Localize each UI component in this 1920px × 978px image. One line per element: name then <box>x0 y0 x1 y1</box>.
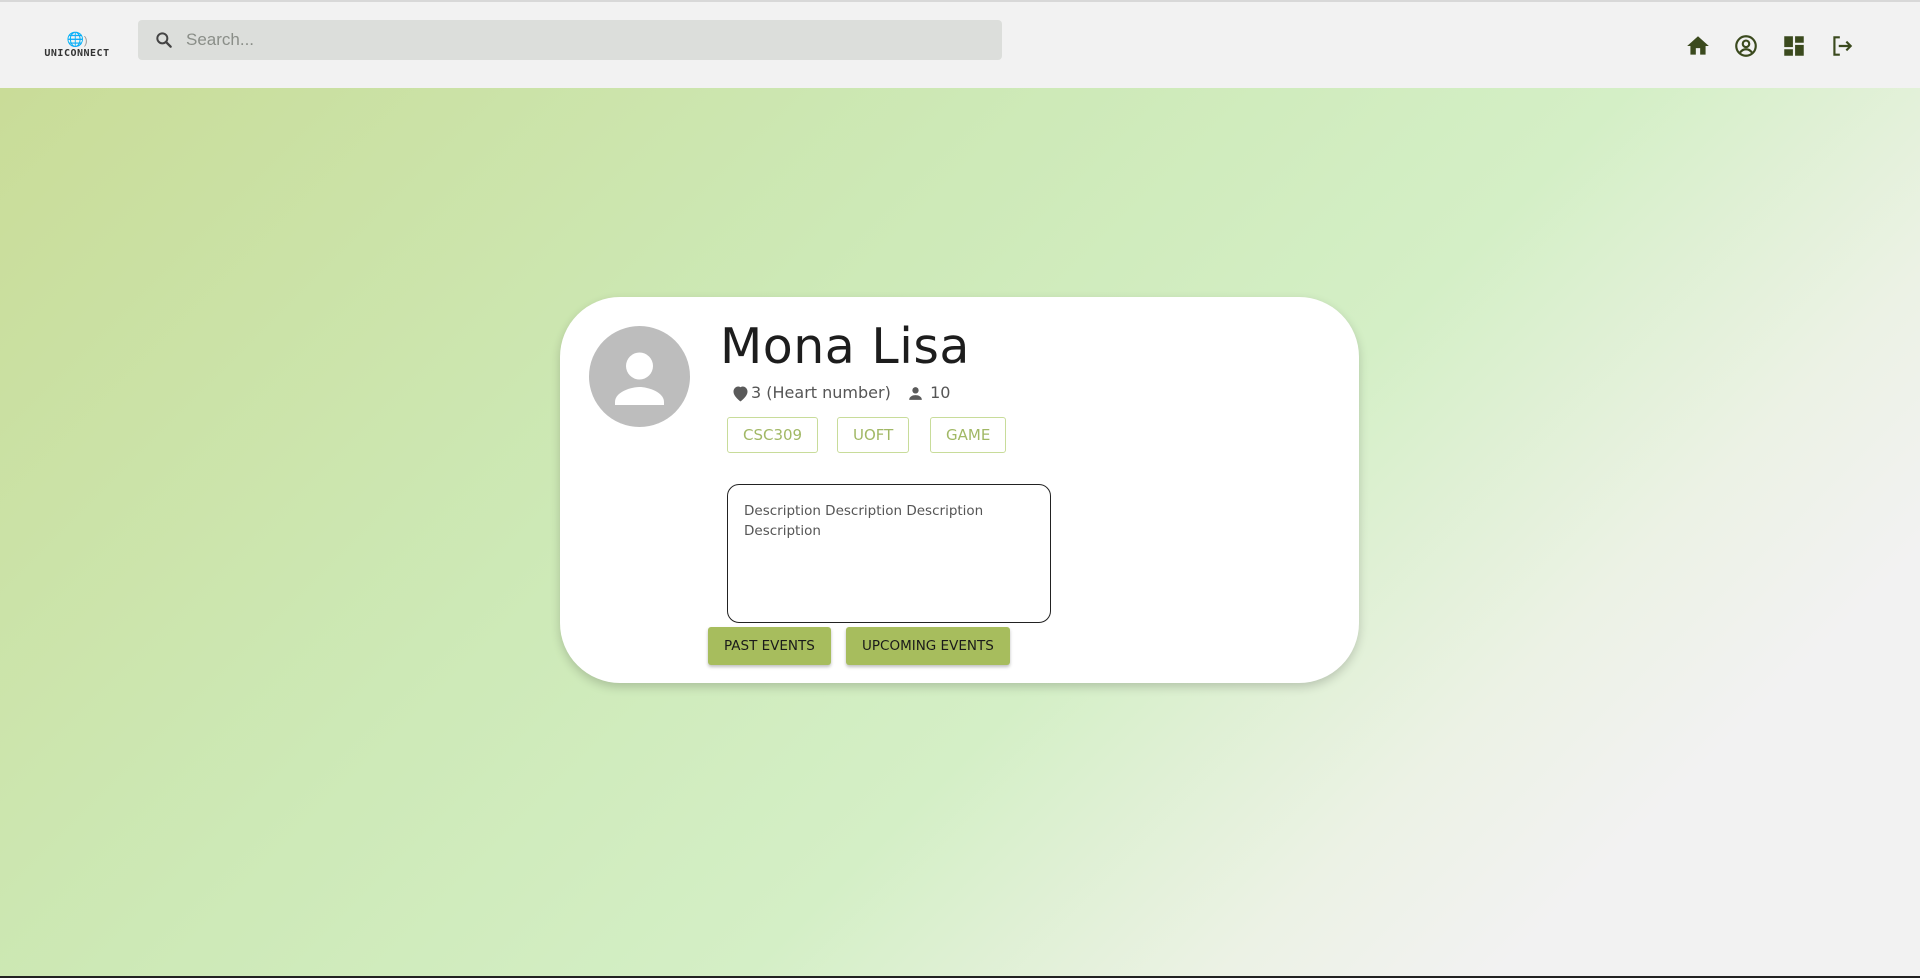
past-events-button[interactable]: PAST EVENTS <box>708 627 831 665</box>
upcoming-events-button[interactable]: UPCOMING EVENTS <box>846 627 1010 665</box>
logo[interactable]: 🌐) UNICONNECT <box>44 30 110 64</box>
search-icon <box>154 30 174 50</box>
description-field[interactable]: Description Description Description Desc… <box>727 484 1051 623</box>
heart-icon <box>733 386 748 402</box>
heart-stat: 3 (Heart number) <box>730 381 891 405</box>
search-bar[interactable] <box>138 20 1002 60</box>
search-input[interactable] <box>186 20 986 60</box>
globe-icon: 🌐) <box>66 31 88 47</box>
dashboard-icon[interactable] <box>1780 32 1808 60</box>
profile-name: Mona Lisa <box>720 318 970 375</box>
person-icon <box>615 352 664 405</box>
followers-count: 10 <box>930 383 951 402</box>
tag-chip[interactable]: UOFT <box>837 417 910 453</box>
navbar: 🌐) UNICONNECT <box>0 2 1920 88</box>
person-icon <box>909 387 922 400</box>
page: 🌐) UNICONNECT Search... Mona Lisa 3 (Hea… <box>0 0 1920 978</box>
heart-count: 3 (Heart number) <box>751 383 891 402</box>
account-circle-icon[interactable] <box>1732 32 1760 60</box>
tag-chip[interactable]: CSC309 <box>727 417 819 453</box>
followers-stat: 10 <box>906 381 950 405</box>
profile-card: Mona Lisa 3 (Heart number) 10 CSC309 UOF… <box>560 297 1359 683</box>
logo-text: UNICONNECT <box>44 48 110 59</box>
tag-chip[interactable]: GAME <box>930 417 1007 453</box>
home-icon[interactable] <box>1684 32 1712 60</box>
avatar <box>589 326 690 427</box>
logout-icon[interactable] <box>1828 32 1856 60</box>
